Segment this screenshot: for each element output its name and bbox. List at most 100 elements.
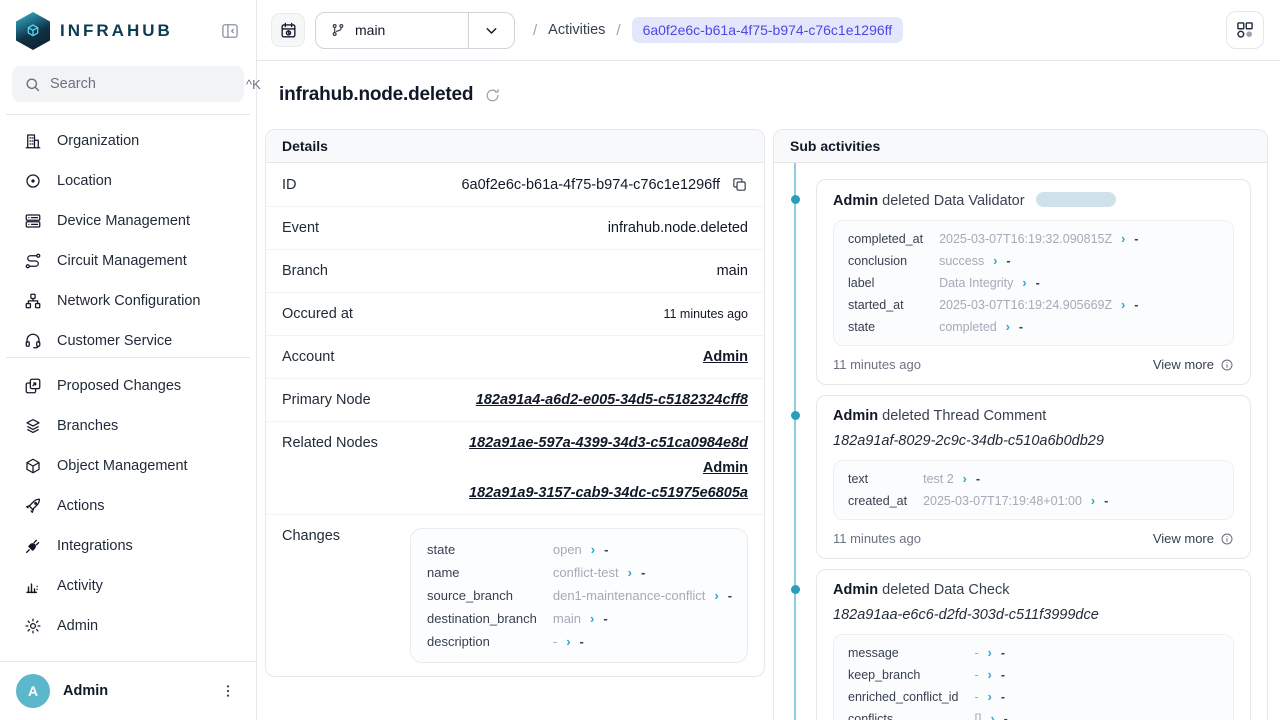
entry-title: Admin deleted Data Check	[833, 582, 1234, 598]
details-card: Details ID 6a0f2e6c-b61a-4f75-b974-c76c1…	[265, 129, 765, 677]
change-arrow-icon	[628, 565, 632, 580]
sidebar-item-location[interactable]: Location	[0, 161, 256, 201]
sidebar-item-organization[interactable]: Organization	[0, 121, 256, 161]
sidebar-item-object-management[interactable]: Object Management	[0, 446, 256, 486]
breadcrumb-separator: /	[533, 22, 537, 39]
sidebar-item-integrations[interactable]: Integrations	[0, 526, 256, 566]
kebab-menu-icon[interactable]	[216, 679, 240, 703]
refresh-icon[interactable]	[484, 87, 501, 104]
sidebar-item-admin[interactable]: Admin	[0, 606, 256, 646]
details-row-branch: Branch main	[266, 250, 764, 293]
sidebar-item-network-configuration[interactable]: Network Configuration	[0, 281, 256, 321]
related-node-link[interactable]: 182a91a9-3157-cab9-34dc-c51975e6805a	[469, 485, 748, 501]
sidebar-item-label: Organization	[57, 133, 139, 149]
location-icon	[24, 172, 42, 190]
user-menu[interactable]: A Admin	[0, 661, 256, 720]
related-node-link[interactable]: 182a91ae-597a-4399-34d3-c51ca0984e8d	[469, 435, 748, 451]
schema-visualizer-button[interactable]	[1226, 11, 1264, 49]
content-columns: Details ID 6a0f2e6c-b61a-4f75-b974-c76c1…	[257, 106, 1280, 720]
sitemap-icon	[24, 292, 42, 310]
related-node-link[interactable]: Admin	[703, 460, 748, 476]
sidebar-item-label: Network Configuration	[57, 293, 200, 309]
breadcrumb-separator: /	[616, 22, 620, 39]
change-arrow-icon	[1121, 232, 1125, 246]
sub-activity-entry: Admin deleted Data Validator completed_a…	[816, 179, 1251, 385]
change-arrow-icon	[1006, 320, 1010, 334]
time-travel-button[interactable]	[271, 13, 305, 47]
sidebar-item-label: Device Management	[57, 213, 190, 229]
sidebar-item-activity[interactable]: Activity	[0, 566, 256, 606]
chevron-down-icon	[469, 13, 514, 48]
route-icon	[24, 252, 42, 270]
change-arrow-icon	[988, 646, 992, 660]
timeline-dot-icon	[791, 585, 800, 594]
sidebar-item-branches[interactable]: Branches	[0, 406, 256, 446]
copy-icon[interactable]	[731, 176, 748, 193]
sidebar-item-label: Customer Service	[57, 333, 172, 349]
sidebar-item-actions[interactable]: Actions	[0, 486, 256, 526]
sidebar-item-customer-service[interactable]: Customer Service	[0, 321, 256, 357]
branch-selector[interactable]: main	[315, 12, 515, 49]
entry-node-id: 182a91af-8029-2c9c-34db-c510a6b0db29	[833, 433, 1234, 449]
details-row-related-nodes: Related Nodes 182a91ae-597a-4399-34d3-c5…	[266, 422, 764, 515]
details-row-id: ID 6a0f2e6c-b61a-4f75-b974-c76c1e1296ff	[266, 163, 764, 207]
components-icon	[1235, 20, 1255, 40]
sidebar-item-proposed-changes[interactable]: Proposed Changes	[0, 366, 256, 406]
account-link[interactable]: Admin	[703, 349, 748, 365]
primary-node-link[interactable]: 182a91a4-a6d2-e005-34d5-c5182324cff8	[476, 392, 748, 408]
change-arrow-icon	[566, 634, 570, 649]
headset-icon	[24, 332, 42, 350]
details-row-occured-at: Occured at 11 minutes ago	[266, 293, 764, 336]
change-row: description --	[427, 630, 732, 653]
plug-icon	[24, 537, 42, 555]
sidebar-item-label: Object Management	[57, 458, 188, 474]
page-header: infrahub.node.deleted	[257, 61, 1280, 106]
search-input[interactable]: ^K	[12, 66, 244, 102]
sidebar-item-label: Integrations	[57, 538, 133, 554]
entry-title: Admin deleted Data Validator	[833, 192, 1234, 209]
change-arrow-icon	[988, 690, 992, 704]
calendar-clock-icon	[279, 21, 298, 40]
change-arrow-icon	[590, 611, 594, 626]
change-row: destination_branch main-	[427, 607, 732, 630]
sidebar-item-circuit-management[interactable]: Circuit Management	[0, 241, 256, 281]
entry-timestamp: 11 minutes ago	[833, 357, 921, 372]
details-card-header: Details	[266, 130, 764, 163]
brand-wordmark: INFRAHUB	[60, 21, 173, 41]
entry-title: Admin deleted Thread Comment	[833, 408, 1234, 424]
details-row-primary-node: Primary Node 182a91a4-a6d2-e005-34d5-c51…	[266, 379, 764, 422]
timeline: Admin deleted Data Validator completed_a…	[774, 163, 1267, 720]
change-row: source_branch den1-maintenance-conflict-	[427, 584, 732, 607]
cube-icon	[24, 457, 42, 475]
breadcrumb-current-id[interactable]: 6a0f2e6c-b61a-4f75-b974-c76c1e1296ff	[632, 17, 904, 43]
entry-node-id: 182a91aa-e6c6-d2fd-303d-c511f3999dce	[833, 607, 1234, 623]
avatar: A	[16, 674, 50, 708]
rocket-icon	[24, 497, 42, 515]
gear-icon	[24, 617, 42, 635]
entry-timestamp: 11 minutes ago	[833, 531, 921, 546]
change-arrow-icon	[993, 254, 997, 268]
timeline-dot-icon	[791, 195, 800, 204]
layers-icon	[24, 417, 42, 435]
search-field[interactable]	[50, 76, 237, 92]
fields-box: message-- keep_branch-- enriched_conflic…	[833, 634, 1234, 720]
info-icon	[1220, 358, 1234, 372]
nav-group-schema: Organization Location Device Management …	[0, 115, 256, 357]
bar-chart-icon	[24, 577, 42, 595]
occured-at-value: 11 minutes ago	[663, 307, 748, 321]
change-arrow-icon	[988, 668, 992, 682]
view-more-button[interactable]: View more	[1153, 531, 1234, 546]
row-label: Account	[282, 349, 334, 365]
sub-activities-card: Sub activities Admin deleted Data Valida…	[773, 129, 1268, 720]
id-value: 6a0f2e6c-b61a-4f75-b974-c76c1e1296ff	[461, 177, 720, 193]
page-title: infrahub.node.deleted	[279, 84, 473, 106]
row-label: Event	[282, 220, 319, 236]
view-more-button[interactable]: View more	[1153, 357, 1234, 372]
collapse-sidebar-icon[interactable]	[218, 19, 242, 43]
sidebar-item-label: Branches	[57, 418, 118, 434]
breadcrumb-activities[interactable]: Activities	[548, 22, 605, 38]
branch-value: main	[717, 263, 748, 279]
logo-row: INFRAHUB	[0, 0, 256, 58]
building-icon	[24, 132, 42, 150]
sidebar-item-device-management[interactable]: Device Management	[0, 201, 256, 241]
